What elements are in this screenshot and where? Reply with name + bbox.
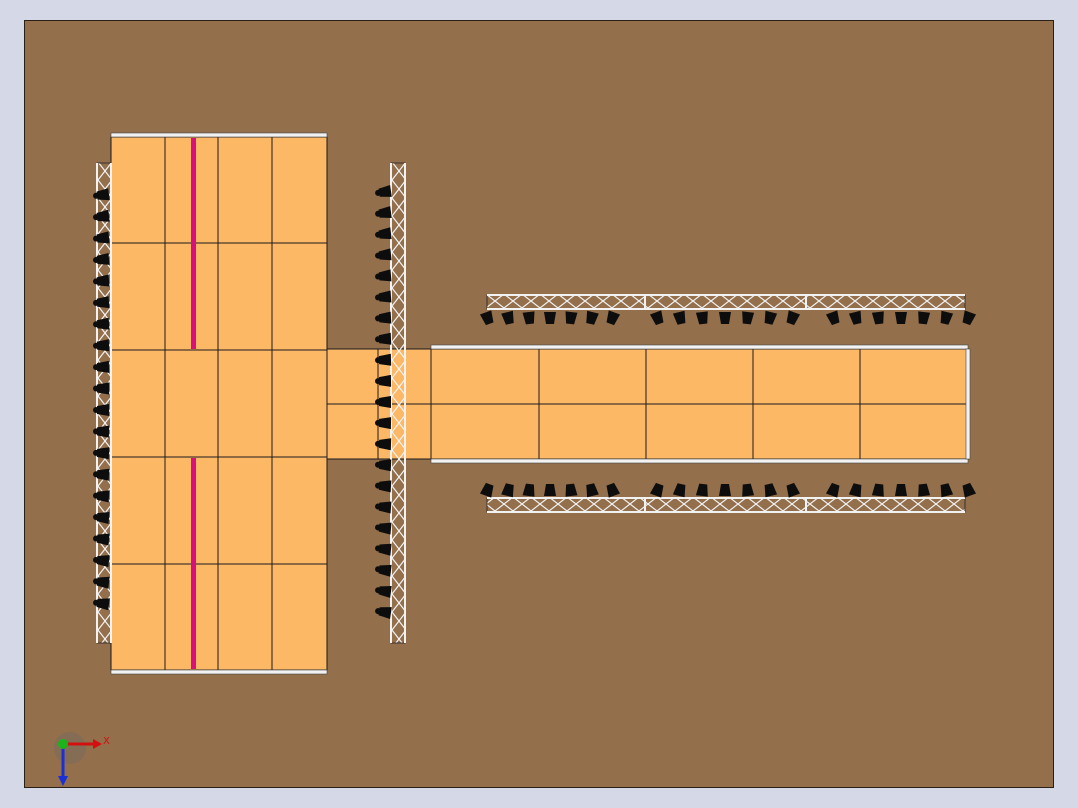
stage-light: [544, 312, 556, 324]
main-stage-deck: [110, 132, 328, 675]
stage-light: [544, 484, 556, 496]
triad-shadow: [54, 732, 86, 764]
runway-deck: [430, 344, 971, 464]
x-axis-label: X: [103, 736, 110, 747]
stage-plan-drawing: X: [25, 21, 1053, 787]
truss-runway-top: [486, 294, 966, 310]
stage-light: [719, 484, 731, 496]
lighting-strip-upper: [191, 138, 196, 349]
truss-center: [390, 162, 406, 644]
stage-light: [719, 312, 731, 324]
y-axis-marker: [58, 739, 68, 749]
stage-light: [895, 312, 907, 324]
lighting-strip-lower: [191, 458, 196, 669]
truss-runway-bottom: [486, 497, 966, 513]
stage-light: [895, 484, 907, 496]
